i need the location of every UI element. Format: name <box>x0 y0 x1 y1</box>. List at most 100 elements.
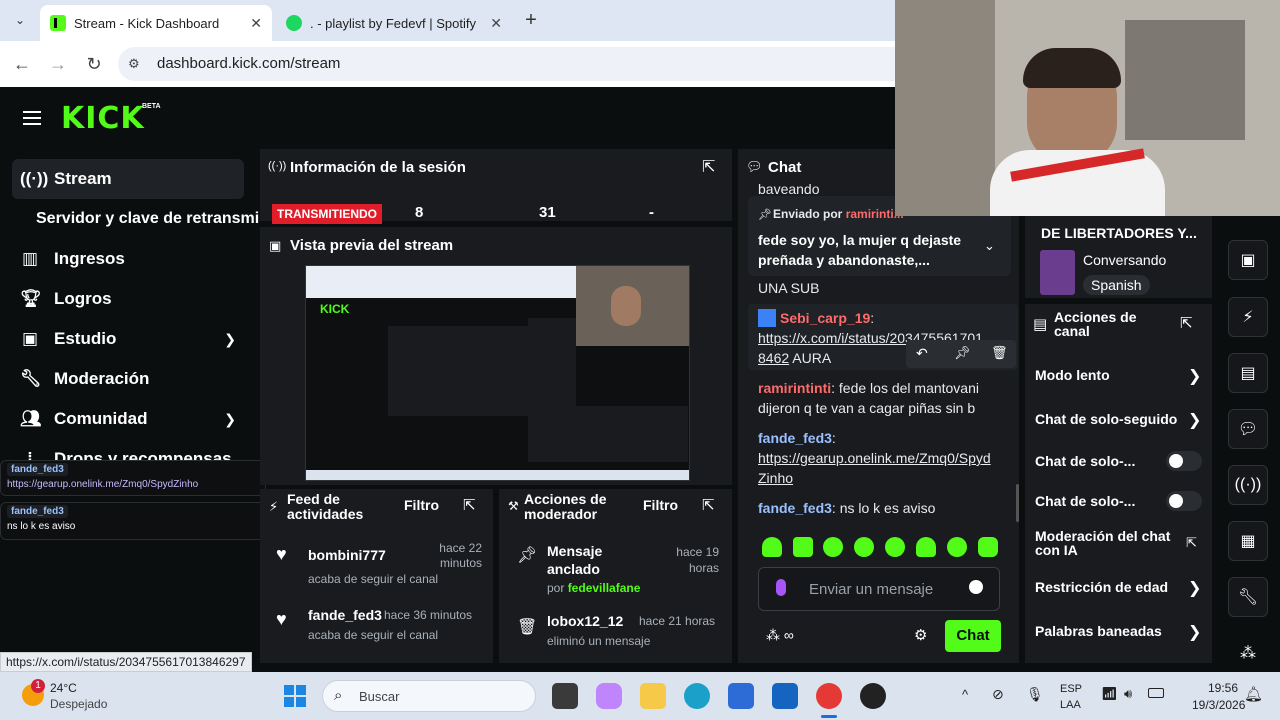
close-tab-icon[interactable]: ✕ <box>250 15 262 32</box>
new-tab-button[interactable]: + <box>520 9 542 31</box>
sidebar-item-ingresos[interactable]: ▥ Ingresos <box>12 239 244 279</box>
reply-icon[interactable]: ↶ <box>916 345 928 362</box>
quick-notes-button[interactable]: ▤ <box>1228 353 1268 393</box>
chat-username[interactable]: fande_fed3 <box>758 500 832 516</box>
chat-input[interactable]: Enviar un mensaje <box>758 567 1000 611</box>
tab-list-dropdown[interactable]: ⌄ <box>10 10 30 30</box>
expand-icon[interactable]: ⇱ <box>702 496 715 514</box>
copilot-icon[interactable] <box>596 683 622 709</box>
external-link-icon[interactable]: ⇱ <box>1186 535 1197 551</box>
network-off-icon[interactable]: ⊘ <box>992 686 1004 703</box>
sidebar-item-stream[interactable]: ((·)) Stream <box>12 159 244 199</box>
chevron-right-icon[interactable]: ❯ <box>1188 366 1201 386</box>
slow-mode-item[interactable]: Modo lento <box>1035 367 1205 383</box>
emote-icon[interactable] <box>947 537 967 557</box>
lang-1[interactable]: ESP <box>1060 683 1082 695</box>
sidebar-item-logros[interactable]: 🏆︎ Logros <box>12 279 244 319</box>
weather-temp[interactable]: 24°C <box>50 681 77 695</box>
activity-filter-button[interactable]: Filtro <box>404 497 439 513</box>
expand-icon[interactable]: ⇱ <box>463 496 476 514</box>
notification-bell-icon[interactable]: 🔔︎ <box>1244 685 1263 703</box>
sidebar-item-servidor[interactable]: Servidor y clave de retransmisión <box>36 199 260 239</box>
activity-user[interactable]: fande_fed3 <box>308 607 382 623</box>
pin-icon[interactable]: 📌︎ <box>954 345 971 361</box>
volume-icon[interactable]: 🔊︎ <box>1124 686 1132 702</box>
expand-icon[interactable]: ⇱ <box>702 157 715 177</box>
chevron-right-icon[interactable]: ❯ <box>1188 578 1201 598</box>
followers-only-item[interactable]: Chat de solo-seguido <box>1035 411 1181 427</box>
lang-2[interactable]: LAA <box>1060 699 1081 711</box>
chat-link[interactable]: https://gearup.onelink.me/Zmq0/Spyd <box>758 448 998 468</box>
quick-broadcast-button[interactable]: ((·)) <box>1228 465 1268 505</box>
outlook-icon[interactable] <box>772 683 798 709</box>
sidebar-item-comunidad[interactable]: 👥︎ Comunidad ❯ <box>12 399 244 439</box>
emote-icon[interactable] <box>823 537 843 557</box>
chat-link-text[interactable]: Zinho <box>758 470 793 486</box>
chat-username[interactable]: fande_fed3 <box>758 430 832 446</box>
wifi-icon[interactable]: 📶︎ <box>1101 686 1118 702</box>
forward-icon[interactable]: → <box>47 53 69 75</box>
chevron-up-icon[interactable]: ^ <box>962 687 968 702</box>
stream-preview-video[interactable]: KICK <box>305 265 690 481</box>
microphone-icon[interactable] <box>776 579 786 596</box>
emote-icon[interactable] <box>916 537 936 557</box>
banned-words-item[interactable]: Palabras baneadas <box>1035 623 1205 639</box>
trash-icon[interactable]: 🗑︎ <box>991 345 1008 361</box>
chat-link-text[interactable]: https://gearup.onelink.me/Zmq0/Spyd <box>758 450 991 466</box>
chat-settings-icon[interactable]: ⚙ <box>914 626 927 644</box>
expand-icon[interactable]: ⇱ <box>1180 314 1193 332</box>
clock-date[interactable]: 19/3/2026 <box>1192 698 1245 712</box>
tab-spotify[interactable]: . - playlist by Fedevf | Spotify ✕ <box>276 5 512 41</box>
close-tab-icon[interactable]: ✕ <box>490 15 502 32</box>
edge-icon[interactable] <box>684 683 710 709</box>
emoji-icon[interactable] <box>969 580 983 594</box>
reload-icon[interactable]: ↻ <box>83 53 105 75</box>
stream-category[interactable]: Conversando <box>1083 252 1166 268</box>
mod-action-by-user[interactable]: fedevillafane <box>568 581 641 595</box>
kick-points-icon[interactable]: ⁂ <box>1240 643 1256 663</box>
chrome-icon[interactable] <box>816 683 842 709</box>
chat-username[interactable]: Sebi_carp_19 <box>780 310 870 326</box>
age-restriction-item[interactable]: Restricción de edad <box>1035 579 1205 595</box>
chevron-down-icon[interactable]: ⌄ <box>984 238 995 254</box>
quick-camera-button[interactable]: ▣ <box>1228 240 1268 280</box>
emote-icon[interactable] <box>885 537 905 557</box>
mod-actions-filter-button[interactable]: Filtro <box>643 497 678 513</box>
chat-link-cont[interactable]: Zinho <box>758 468 793 488</box>
activity-user[interactable]: bombini777 <box>308 547 386 563</box>
chevron-right-icon[interactable]: ❯ <box>1188 410 1201 430</box>
kick-logo[interactable]: KICK <box>61 101 145 136</box>
menu-icon[interactable] <box>23 110 41 126</box>
quick-wrench-button[interactable]: 🔧︎ <box>1228 577 1268 617</box>
chat-solo-toggle-switch[interactable] <box>1166 451 1202 471</box>
taskbar-search[interactable]: ⌕ Buscar <box>322 680 536 712</box>
obs-icon[interactable] <box>860 683 886 709</box>
kick-points-icon[interactable]: ⁂ ∞ <box>766 627 794 644</box>
task-view-icon[interactable] <box>552 683 578 709</box>
chat-scrollbar[interactable] <box>1016 484 1019 522</box>
battery-icon[interactable] <box>1148 688 1164 698</box>
store-icon[interactable] <box>728 683 754 709</box>
chat-solo-toggle-switch[interactable] <box>1166 491 1202 511</box>
chevron-right-icon[interactable]: ❯ <box>1188 622 1201 642</box>
category-thumbnail[interactable] <box>1040 250 1075 295</box>
emote-icon[interactable] <box>978 537 998 557</box>
sidebar-item-estudio[interactable]: ▣ Estudio ❯ <box>12 319 244 359</box>
emote-icon[interactable] <box>762 537 782 557</box>
file-explorer-icon[interactable] <box>640 683 666 709</box>
chat-link-text[interactable]: 8462 <box>758 350 789 366</box>
ai-moderation-item[interactable]: Moderación del chat con IA <box>1035 529 1180 557</box>
chat-username[interactable]: ramirintinti <box>758 380 831 396</box>
site-info-icon[interactable]: ⚙ <box>128 54 148 74</box>
quick-mod-button[interactable]: ▦ <box>1228 521 1268 561</box>
chat-send-button[interactable]: Chat <box>945 620 1001 652</box>
microphone-icon[interactable]: 🎙︎ <box>1026 686 1044 703</box>
quick-chat-button[interactable]: 💬︎ <box>1228 409 1268 449</box>
tab-kick-dashboard[interactable]: Stream - Kick Dashboard ✕ <box>40 5 272 41</box>
emote-icon[interactable] <box>793 537 813 557</box>
windows-start-icon[interactable] <box>284 685 306 707</box>
sidebar-item-moderacion[interactable]: 🔧︎ Moderación <box>12 359 244 399</box>
emote-icon[interactable] <box>854 537 874 557</box>
clock-time[interactable]: 19:56 <box>1208 681 1238 695</box>
back-icon[interactable]: ← <box>11 53 33 75</box>
